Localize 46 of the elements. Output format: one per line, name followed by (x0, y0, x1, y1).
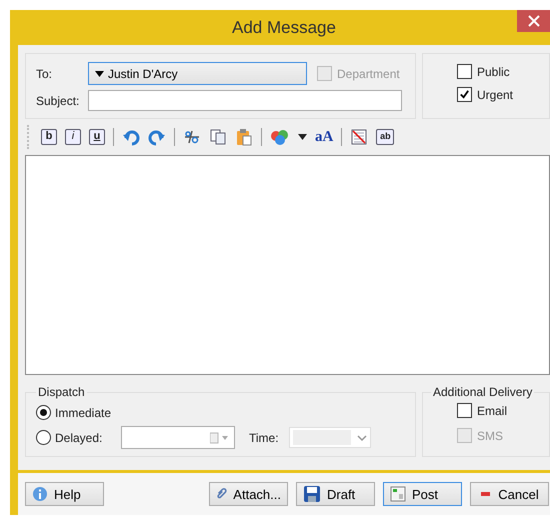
bold-button[interactable]: b (41, 129, 57, 145)
to-label: To: (36, 66, 54, 80)
radio-button[interactable] (36, 405, 51, 420)
minus-icon (480, 491, 492, 497)
additional-delivery-title: Additional Delivery (432, 385, 534, 399)
recipient-dropdown[interactable]: Justin D'Arcy (88, 62, 307, 85)
italic-button[interactable]: i (65, 129, 81, 145)
redo-icon[interactable] (148, 128, 166, 146)
attach-button[interactable]: Attach... (209, 482, 288, 506)
checkbox[interactable] (457, 87, 472, 102)
radio-button[interactable] (36, 430, 51, 445)
time-label: Time: (249, 430, 279, 444)
post-button[interactable]: Post (383, 482, 462, 506)
radio-label: Immediate (55, 406, 112, 420)
dispatch-title: Dispatch (37, 385, 86, 399)
clipboard-icon[interactable] (235, 128, 253, 146)
clear-format-icon[interactable] (350, 128, 368, 146)
checkbox[interactable] (457, 64, 472, 79)
checkbox-label: SMS (477, 428, 504, 442)
spell-check-button[interactable]: ab (376, 129, 394, 145)
info-icon (32, 486, 48, 502)
subject-field[interactable] (88, 90, 402, 111)
checkbox-label: Urgent (477, 88, 514, 102)
caret-icon[interactable] (298, 134, 307, 140)
close-button[interactable] (517, 10, 550, 32)
document-icon (390, 486, 406, 502)
checkbox-label: Email (477, 404, 508, 418)
underline-button[interactable]: u (89, 129, 105, 145)
calendar-dropdown-icon (210, 432, 230, 444)
subject-label: Subject: (36, 94, 80, 108)
undo-icon[interactable] (122, 128, 140, 146)
checkbox-label: Public (477, 64, 510, 78)
cancel-button[interactable]: Cancel (470, 482, 549, 506)
font-button[interactable]: aA (315, 128, 334, 146)
window-title: Add Message (232, 18, 336, 38)
draft-button[interactable]: Draft (296, 482, 375, 506)
color-palette-icon[interactable] (270, 128, 290, 146)
caret-icon (95, 70, 104, 76)
checkbox[interactable] (457, 403, 472, 418)
chevron-down-icon (356, 434, 367, 442)
copy-icon[interactable] (209, 128, 227, 146)
department-label: Department (337, 66, 400, 80)
close-icon (528, 15, 540, 27)
help-button[interactable]: Help (25, 482, 104, 506)
radio-label: Delayed: (55, 430, 104, 444)
date-picker[interactable] (121, 426, 235, 449)
